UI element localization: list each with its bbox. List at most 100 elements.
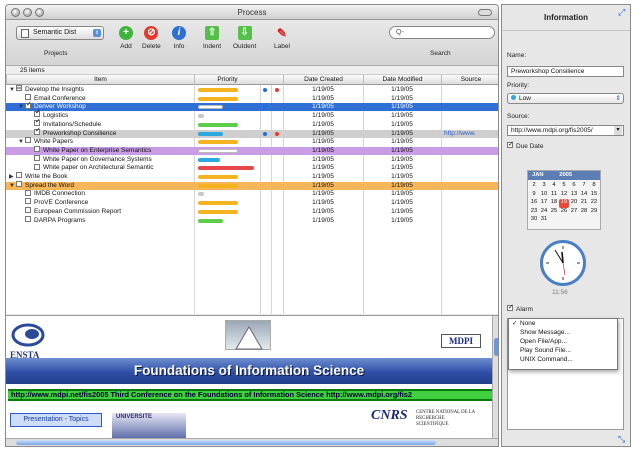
row-checkbox[interactable] [34,118,41,127]
row-checkbox[interactable] [34,163,40,170]
table-row[interactable]: ▼ White Papers 1/19/05 1/19/05 [6,137,498,146]
calendar-day[interactable]: 20 [569,199,579,208]
calendar-day[interactable]: 18 [549,199,559,208]
calendar-day[interactable]: 3 [539,182,549,191]
priority-bar[interactable] [198,114,204,119]
calendar-day[interactable]: 29 [589,208,599,217]
table-row[interactable]: ProVE Conference 1/19/05 1/19/05 [6,198,498,207]
calendar-day[interactable]: 12 [559,191,569,200]
calendar-day[interactable]: 4 [549,182,559,191]
calendar-day[interactable]: 23 [529,208,539,217]
column-header-6[interactable]: Source [441,75,498,85]
web-vertical-scrollbar[interactable] [492,316,498,440]
table-row[interactable]: Preworkshop Consilience 1/19/05 1/19/05 htt… [6,127,498,138]
calendar-day[interactable]: 24 [539,208,549,217]
disclosure-triangle-icon[interactable]: ▼ [9,86,16,94]
priority-bar[interactable] [198,209,239,214]
calendar-day[interactable]: 9 [529,191,539,200]
priority-bar[interactable] [198,192,204,197]
calendar-day[interactable]: 11 [549,191,559,200]
table-row[interactable]: Email Conference 1/19/05 1/19/05 [6,93,498,103]
priority-bar[interactable] [198,131,224,136]
row-checkbox[interactable] [34,154,40,161]
flag-dot-icon[interactable] [263,88,267,92]
priority-bar[interactable] [198,105,224,110]
name-field[interactable]: Preworkshop Consilience [507,66,624,77]
calendar-day[interactable]: 31 [539,216,549,225]
disclosure-triangle-icon[interactable]: ▼ [18,138,25,146]
toolbar-toggle-button[interactable] [478,9,492,16]
disclosure-triangle-icon[interactable]: ▶ [9,173,16,181]
row-checkbox[interactable] [34,109,41,118]
priority-bar[interactable] [198,148,239,153]
row-checkbox[interactable] [34,127,41,135]
calendar-day[interactable]: 5 [559,182,569,191]
column-header-1[interactable]: Priority [194,75,260,85]
project-selector[interactable]: Semantic Dist ⇕ [16,26,104,40]
table-row[interactable]: European Commission Report 1/19/05 1/19/05 [6,207,498,216]
flag-dot-icon[interactable] [263,105,267,110]
calendar-day[interactable]: 13 [569,191,579,200]
priority-bar[interactable] [198,140,239,145]
delete-button[interactable]: ⊘ Delete [142,26,161,50]
table-row[interactable]: ▶ Write the Book 1/19/05 1/19/05 [6,172,498,181]
calendar-day[interactable]: 8 [589,182,599,191]
priority-popup[interactable]: Low ⇕ [507,93,624,104]
table-row[interactable]: DARPA Programs 1/19/05 1/19/05 [6,215,498,225]
priority-bar[interactable] [198,166,254,171]
info-button[interactable]: i Info [172,26,186,50]
flag-dot-icon[interactable] [263,131,267,136]
calendar-day[interactable]: 17 [539,199,549,208]
row-source-link[interactable]: http://www. [444,130,476,138]
resize-arrow-icon[interactable]: ⤢ [618,7,628,17]
calendar-day[interactable]: 19 [559,199,569,208]
column-header-0[interactable]: Item [6,75,194,85]
column-header-4[interactable]: Date Created [283,75,363,85]
calendar-day[interactable]: 14 [579,191,589,200]
table-row[interactable]: ▼ Spread the Word 1/19/05 1/19/05 [6,180,498,190]
priority-bar[interactable] [198,122,239,127]
row-checkbox[interactable] [25,215,31,222]
table-row[interactable]: White paper on Architectural Semantic 1/1… [6,163,498,172]
alarm-checkbox[interactable]: Alarm [507,303,533,313]
resize-corner-icon[interactable]: ⤡ [618,434,628,444]
source-menu-icon[interactable]: ▾ [614,126,622,135]
source-field[interactable]: http://www.mdpi.org/fis2005/ ▾ [507,125,624,136]
calendar-day[interactable]: 21 [579,199,589,208]
priority-bar[interactable] [198,157,221,162]
row-checkbox[interactable] [16,180,22,187]
calendar-day[interactable]: 30 [529,216,539,225]
disclosure-triangle-icon[interactable]: ▼ [9,182,16,190]
due-date-calendar[interactable]: JAN 2005 2 3 4 5 6 7 8 9 10 11 12 13 14 15 16 17 18 19 20 2… [527,170,601,230]
priority-bar[interactable] [198,175,239,179]
outdent-button[interactable]: ⇩ Outdent [233,26,256,50]
minimize-window-button[interactable] [23,8,32,17]
alarm-menu-item[interactable]: Show Message... [509,328,617,337]
priority-bar[interactable] [198,96,239,101]
calendar-day[interactable]: 10 [539,191,549,200]
row-checkbox[interactable] [25,137,31,144]
table-row[interactable]: ▼ Develop the Insights 1/19/05 1/19/05 [6,85,498,94]
priority-bar[interactable] [198,201,239,206]
priority-bar[interactable] [198,88,239,92]
disclosure-triangle-icon[interactable]: ▼ [18,103,25,111]
table-row[interactable]: ▼ Denver Workshop 1/19/05 1/19/05 [6,101,498,112]
calendar-day[interactable]: 28 [579,208,589,217]
table-row[interactable]: White Paper on Governance Systems 1/19/05… [6,154,498,164]
table-row[interactable]: Invitations/Schedule 1/19/05 1/19/05 [6,118,498,129]
alarm-menu-item[interactable]: ✓ None [509,319,617,328]
calendar-day[interactable]: 15 [589,191,599,200]
alert-dot-icon[interactable] [275,131,279,136]
calendar-day[interactable]: 2 [529,182,539,191]
zoom-window-button[interactable] [35,8,44,17]
table-row[interactable]: Logistics 1/19/05 1/19/05 [6,109,498,120]
due-date-checkbox[interactable]: Due Date [507,140,543,150]
calendar-day[interactable]: 22 [589,199,599,208]
row-checkbox[interactable] [34,146,40,153]
row-checkbox[interactable] [25,207,31,214]
label-button[interactable]: ✎ Label [274,26,290,50]
alarm-menu-item[interactable]: UNIX Command... [509,355,617,364]
column-header-5[interactable]: Date Modified [363,75,441,85]
alarm-clock[interactable] [540,240,586,286]
add-button[interactable]: + Add [119,26,133,50]
